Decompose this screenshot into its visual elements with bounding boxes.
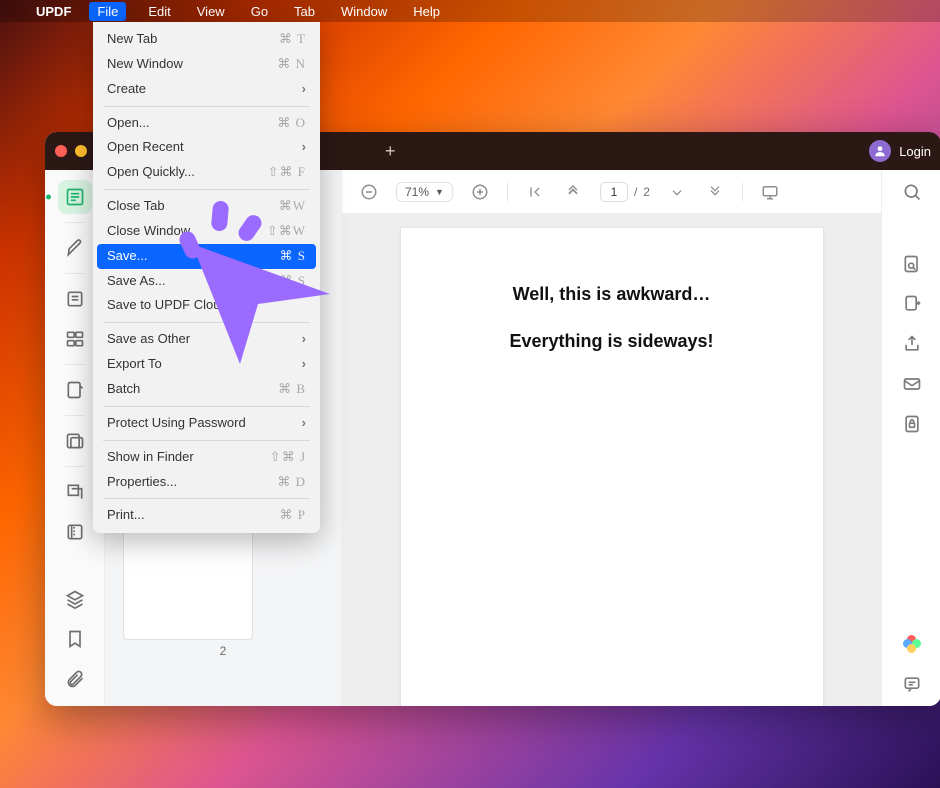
menubar-item-go[interactable]: Go (247, 2, 272, 21)
menu-item-save[interactable]: Save...⌘ S (97, 244, 316, 269)
zoom-level-dropdown[interactable]: 71% ▼ (396, 182, 453, 202)
menu-item-open[interactable]: Open...⌘ O (93, 111, 320, 136)
layers-button[interactable] (58, 582, 92, 616)
menubar-item-tab[interactable]: Tab (290, 2, 319, 21)
toolbar-separator (507, 183, 508, 201)
chevron-down-icon: ▼ (435, 187, 444, 197)
rail-separator (65, 222, 85, 223)
bookmark-button[interactable] (58, 622, 92, 656)
toolbar-separator (742, 183, 743, 201)
menubar-item-edit[interactable]: Edit (144, 2, 174, 21)
menu-item-new-tab[interactable]: New Tab⌘ T (93, 27, 320, 52)
edit-tool-button[interactable] (58, 282, 92, 316)
menu-item-show-in-finder[interactable]: Show in Finder⇧⌘ J (93, 445, 320, 470)
updf-logo-icon (903, 635, 921, 653)
document-toolbar: 71% ▼ 1 / 2 (342, 170, 881, 214)
macos-menubar: UPDF File Edit View Go Tab Window Help (0, 0, 940, 22)
rail-separator (65, 364, 85, 365)
comment-tool-button[interactable] (58, 231, 92, 265)
prev-page-button[interactable] (562, 181, 584, 203)
menu-item-new-window[interactable]: New Window⌘ N (93, 52, 320, 77)
menu-item-save-as-other[interactable]: Save as Other (93, 327, 320, 352)
menu-item-create[interactable]: Create (93, 77, 320, 102)
next-page-button[interactable] (666, 181, 688, 203)
avatar-icon (869, 140, 891, 162)
last-page-button[interactable] (704, 181, 726, 203)
ocr-button[interactable] (900, 252, 924, 276)
presentation-button[interactable] (759, 181, 781, 203)
protect-button[interactable] (900, 412, 924, 436)
menu-separator (103, 440, 310, 441)
chat-button[interactable] (900, 672, 924, 696)
menu-item-open-recent[interactable]: Open Recent (93, 135, 320, 160)
menu-separator (103, 322, 310, 323)
menu-separator (103, 498, 310, 499)
rail-separator (65, 273, 85, 274)
first-page-button[interactable] (524, 181, 546, 203)
document-canvas[interactable]: Well, this is awkward… Everything is sid… (342, 214, 881, 706)
reader-mode-button[interactable] (58, 180, 92, 214)
file-menu-dropdown: New Tab⌘ T New Window⌘ N Create Open...⌘… (93, 22, 320, 533)
zoom-in-button[interactable] (469, 181, 491, 203)
redact-tool-button[interactable] (58, 424, 92, 458)
attachment-button[interactable] (58, 662, 92, 696)
menubar-item-help[interactable]: Help (409, 2, 444, 21)
share-button[interactable] (900, 332, 924, 356)
compress-tool-button[interactable] (58, 515, 92, 549)
menu-separator (103, 189, 310, 190)
minimize-window-button[interactable] (75, 145, 87, 157)
close-window-button[interactable] (55, 145, 67, 157)
menu-item-open-quickly[interactable]: Open Quickly...⇧⌘ F (93, 160, 320, 185)
menu-item-export-to[interactable]: Export To (93, 352, 320, 377)
menubar-item-view[interactable]: View (193, 2, 229, 21)
menu-item-print[interactable]: Print...⌘ P (93, 503, 320, 528)
menu-item-save-as[interactable]: Save As...⇧⌘ S (93, 269, 320, 294)
rail-separator (65, 415, 85, 416)
login-label: Login (899, 144, 931, 159)
menu-item-protect-password[interactable]: Protect Using Password (93, 411, 320, 436)
email-button[interactable] (900, 372, 924, 396)
current-page-input[interactable]: 1 (600, 182, 628, 202)
thumbnail-label: 2 (123, 644, 323, 658)
menu-item-save-to-cloud[interactable]: Save to UPDF Cloud (93, 293, 320, 318)
document-text-line: Well, this is awkward… (431, 284, 793, 305)
document-page: Well, this is awkward… Everything is sid… (401, 228, 823, 706)
menu-item-close-tab[interactable]: Close Tab⌘W (93, 194, 320, 219)
organize-tool-button[interactable] (58, 322, 92, 356)
crop-tool-button[interactable] (58, 475, 92, 509)
app-name[interactable]: UPDF (36, 4, 71, 19)
menu-separator (103, 406, 310, 407)
login-button[interactable]: Login (869, 140, 931, 162)
menubar-item-file[interactable]: File (89, 2, 126, 21)
zoom-level-value: 71% (405, 185, 429, 199)
page-total: 2 (643, 185, 650, 199)
rail-separator (65, 466, 85, 467)
search-button[interactable] (900, 180, 924, 204)
page-separator: / (634, 185, 637, 199)
menu-item-batch[interactable]: Batch⌘ B (93, 377, 320, 402)
page-indicator: 1 / 2 (600, 182, 650, 202)
new-tab-button[interactable]: + (385, 141, 396, 162)
menu-separator (103, 106, 310, 107)
zoom-out-button[interactable] (358, 181, 380, 203)
form-tool-button[interactable] (58, 373, 92, 407)
document-text-line: Everything is sideways! (431, 331, 793, 352)
menubar-item-window[interactable]: Window (337, 2, 391, 21)
menu-item-properties[interactable]: Properties...⌘ D (93, 470, 320, 495)
export-button[interactable] (900, 292, 924, 316)
right-tool-rail (881, 170, 940, 706)
menu-item-close-window[interactable]: Close Window⇧⌘W (93, 219, 320, 244)
updf-logo-button[interactable] (900, 632, 924, 656)
